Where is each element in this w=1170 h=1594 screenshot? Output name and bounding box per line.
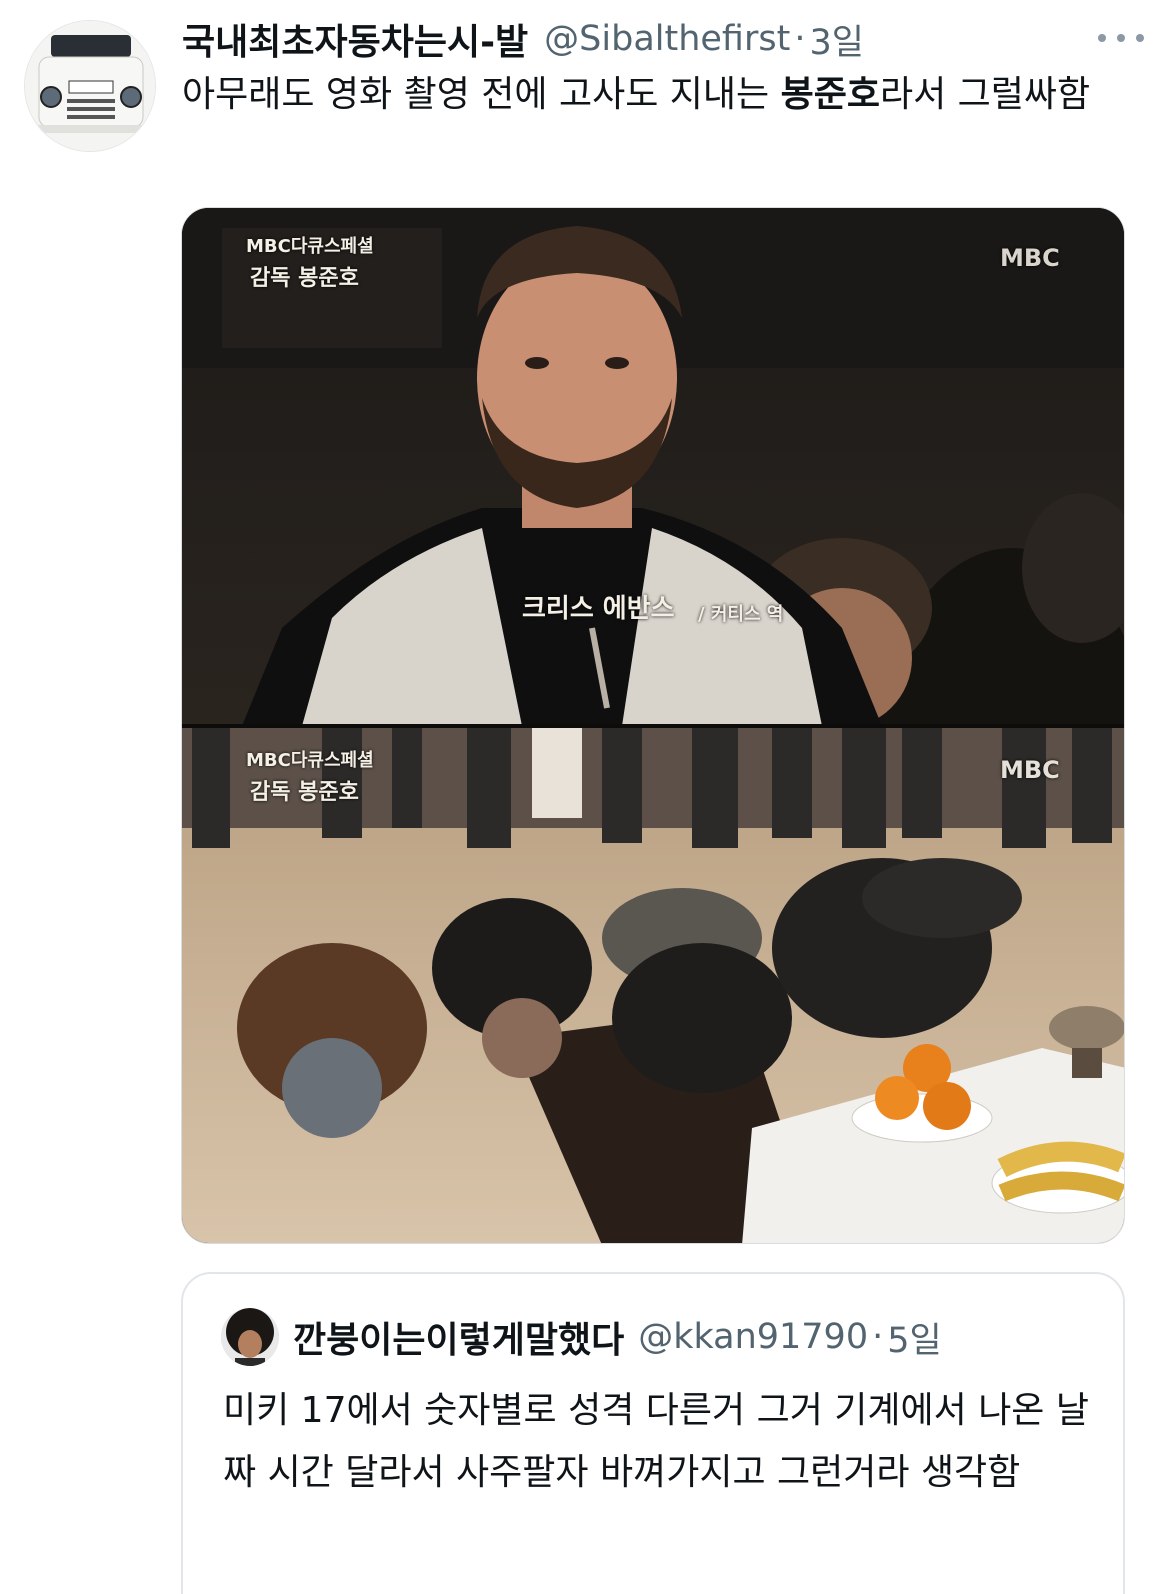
tweet-text-part: 라서 그럴싸함	[879, 74, 1091, 115]
afro-avatar-icon	[221, 1308, 279, 1366]
author-avatar[interactable]	[24, 20, 156, 152]
tweet-text-part: 아무래도 영화 촬영 전에 고사도 지내는	[182, 74, 781, 115]
quoted-author-handle[interactable]: @kkan91790	[638, 1317, 868, 1357]
author-display-name[interactable]: 국내최초자동차는시-발	[182, 13, 528, 65]
quoted-tweet-header: 깐붕이는이렇게말했다 @kkan91790 · 5일	[293, 1312, 942, 1362]
tweet-timestamp[interactable]: 3일	[809, 14, 863, 65]
photo-illustration	[182, 208, 1124, 1243]
quoted-tweet-timestamp[interactable]: 5일	[887, 1312, 941, 1363]
quoted-tweet[interactable]: 깐붕이는이렇게말했다 @kkan91790 · 5일 미키 17에서 숫자별로 …	[181, 1272, 1125, 1594]
media-caption-role: / 커티스 역	[698, 604, 784, 625]
author-handle[interactable]: @Sibalthefirst	[544, 19, 790, 59]
quoted-author-display-name[interactable]: 깐붕이는이렇게말했다	[293, 1311, 624, 1363]
media-broadcaster-logo: MBC	[1000, 244, 1060, 272]
tweet-page: 국내최초자동차는시-발 @Sibalthefirst · 3일 아무래도 영화 …	[0, 0, 1170, 1594]
media-top-subtitle: 감독 봉준호	[250, 265, 359, 291]
media-bottom-broadcaster-logo: MBC	[1000, 756, 1060, 784]
tweet-text-bold[interactable]: 봉준호	[781, 74, 880, 115]
more-options-icon[interactable]	[1098, 28, 1144, 48]
separator-dot: ·	[872, 1317, 884, 1357]
quoted-author-avatar[interactable]	[221, 1308, 279, 1366]
tweet-header: 국내최초자동차는시-발 @Sibalthefirst · 3일	[182, 14, 864, 64]
media-top-logo: MBC다큐스페셜	[246, 236, 374, 257]
separator-dot: ·	[794, 19, 806, 59]
car-avatar-icon	[25, 21, 155, 151]
quoted-tweet-text: 미키 17에서 숫자별로 성격 다른거 그거 기계에서 나온 날짜 시간 달라서…	[223, 1390, 1089, 1493]
media-caption-name: 크리스 에반스	[522, 594, 675, 624]
media-bottom-logo: MBC다큐스페셜	[246, 750, 374, 771]
tweet-text: 아무래도 영화 촬영 전에 고사도 지내는 봉준호라서 그럴싸함	[182, 70, 1132, 120]
media-bottom-subtitle: 감독 봉준호	[250, 779, 359, 805]
tweet-media-image[interactable]: MBC다큐스페셜 감독 봉준호 MBC 크리스 에반스 / 커티스 역 MBC다…	[181, 207, 1125, 1244]
